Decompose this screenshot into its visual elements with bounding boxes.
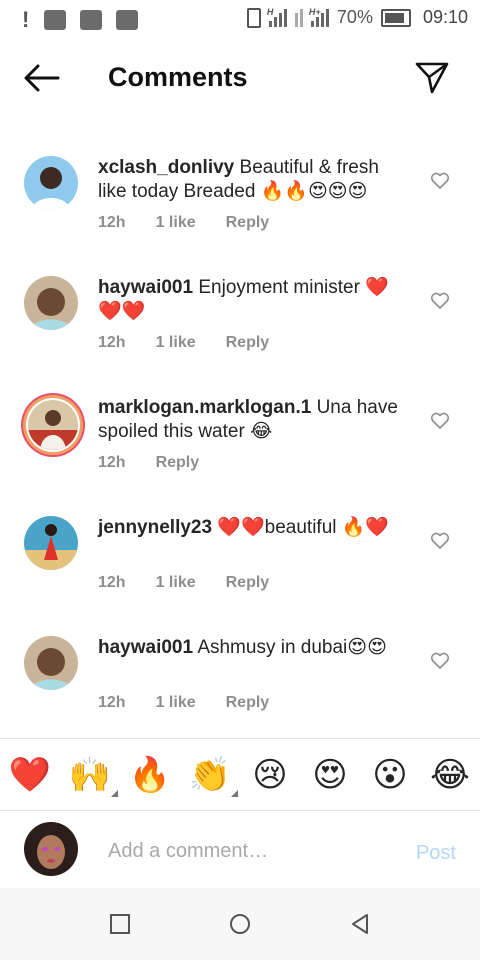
comment-composer: Post bbox=[0, 812, 480, 888]
avatar[interactable] bbox=[24, 516, 78, 570]
reply-button[interactable]: Reply bbox=[226, 334, 270, 352]
comment-body: jennynelly23 ❤️❤️beautiful 🔥❤️ bbox=[98, 516, 408, 540]
emoji-fire[interactable]: 🔥 bbox=[124, 749, 176, 801]
heart-outline-icon[interactable] bbox=[430, 292, 450, 310]
comment-time: 12h bbox=[98, 214, 126, 231]
avatar[interactable] bbox=[24, 156, 78, 210]
comment-meta: 12h 1 like Reply bbox=[98, 214, 269, 232]
comment-item: marklogan.marklogan.1 Una have spoiled t… bbox=[0, 388, 480, 508]
system-navigation-bar bbox=[0, 888, 480, 960]
vibrate-icon bbox=[246, 7, 261, 28]
activity-icon bbox=[116, 10, 138, 30]
comment-body: marklogan.marklogan.1 Una have spoiled t… bbox=[98, 396, 408, 444]
home-circle-icon[interactable] bbox=[228, 912, 252, 936]
comment-item: jennynelly23 ❤️❤️beautiful 🔥❤️ 12h 1 lik… bbox=[0, 508, 480, 628]
comment-text: Ashmusy in dubai😍😍 bbox=[197, 637, 387, 658]
emoji-crying-face[interactable]: 😢 bbox=[244, 749, 296, 801]
alert-icon: ! bbox=[22, 7, 30, 32]
system-icons: H H+ 70% 09:10 bbox=[246, 7, 468, 28]
clock: 09:10 bbox=[422, 7, 468, 27]
reply-button[interactable]: Reply bbox=[156, 454, 200, 472]
arrow-left-icon bbox=[24, 64, 60, 92]
notification-icons: ! bbox=[22, 7, 138, 33]
comment-meta: 12h 1 like Reply bbox=[98, 694, 269, 712]
signal-icon-1: H bbox=[267, 7, 287, 27]
recents-square-icon[interactable] bbox=[108, 912, 132, 936]
comment-username[interactable]: haywai001 bbox=[98, 277, 193, 298]
emoji-clapping-hands[interactable]: 👏 bbox=[184, 749, 238, 801]
comment-time: 12h bbox=[98, 694, 126, 711]
comment-username[interactable]: haywai001 bbox=[98, 637, 193, 658]
comment-text: ❤️❤️beautiful 🔥❤️ bbox=[217, 517, 390, 538]
comments-list: xclash_donlivy Beautiful & fresh like to… bbox=[0, 148, 480, 748]
reply-button[interactable]: Reply bbox=[226, 574, 270, 592]
avatar[interactable] bbox=[24, 276, 78, 330]
reply-button[interactable]: Reply bbox=[226, 694, 270, 712]
heart-outline-icon[interactable] bbox=[430, 652, 450, 670]
comment-time: 12h bbox=[98, 334, 126, 351]
comment-body: xclash_donlivy Beautiful & fresh like to… bbox=[98, 156, 408, 204]
comment-item: xclash_donlivy Beautiful & fresh like to… bbox=[0, 148, 480, 268]
comment-time: 12h bbox=[98, 574, 126, 591]
avatar[interactable] bbox=[24, 636, 78, 690]
paper-plane-icon bbox=[415, 62, 449, 94]
comment-username[interactable]: xclash_donlivy bbox=[98, 157, 234, 178]
comment-username[interactable]: jennynelly23 bbox=[98, 517, 212, 538]
emoji-surprised-face[interactable]: 😮 bbox=[364, 749, 416, 801]
comment-meta: 12h 1 like Reply bbox=[98, 574, 269, 592]
comment-body: haywai001 Ashmusy in dubai😍😍 bbox=[98, 636, 408, 660]
heart-outline-icon[interactable] bbox=[430, 172, 450, 190]
comment-meta: 12h 1 like Reply bbox=[98, 334, 269, 352]
avatar-story-ring[interactable] bbox=[26, 398, 80, 452]
emoji-quick-bar: ❤️ 🙌 🔥 👏 😢 😍 😮 😂 bbox=[0, 740, 480, 810]
battery-percent: 70% bbox=[336, 7, 373, 27]
divider bbox=[0, 810, 480, 811]
battery-icon bbox=[380, 8, 411, 27]
header: Comments bbox=[0, 50, 480, 106]
status-bar: ! H H+ 70% 09:10 bbox=[0, 0, 480, 38]
emoji-tears-of-joy[interactable]: 😂 bbox=[424, 749, 476, 801]
gallery-icon bbox=[80, 10, 102, 30]
page-title: Comments bbox=[108, 62, 248, 92]
comment-username[interactable]: marklogan.marklogan.1 bbox=[98, 397, 311, 418]
data-transfer-icon bbox=[294, 8, 303, 27]
comment-likes[interactable]: 1 like bbox=[156, 334, 196, 352]
reply-button[interactable]: Reply bbox=[226, 214, 270, 232]
back-button[interactable] bbox=[22, 62, 62, 94]
comment-input[interactable] bbox=[108, 836, 388, 866]
comment-item: haywai001 Ashmusy in dubai😍😍 12h 1 like … bbox=[0, 628, 480, 748]
post-button[interactable]: Post bbox=[416, 842, 456, 865]
comment-meta: 12h Reply bbox=[98, 454, 199, 472]
emoji-raising-hands[interactable]: 🙌 bbox=[64, 749, 118, 801]
comment-body: haywai001 Enjoyment minister ❤️❤️❤️ bbox=[98, 276, 408, 324]
comment-time: 12h bbox=[98, 454, 126, 471]
my-avatar bbox=[24, 822, 78, 876]
emoji-red-heart[interactable]: ❤️ bbox=[4, 749, 56, 801]
divider bbox=[0, 738, 480, 739]
emoji-heart-eyes[interactable]: 😍 bbox=[304, 749, 356, 801]
comment-likes[interactable]: 1 like bbox=[156, 214, 196, 232]
comment-likes[interactable]: 1 like bbox=[156, 574, 196, 592]
share-button[interactable] bbox=[414, 60, 450, 96]
back-triangle-icon[interactable] bbox=[348, 912, 372, 936]
signal-icon-2: H+ bbox=[309, 7, 329, 27]
heart-outline-icon[interactable] bbox=[430, 532, 450, 550]
comment-item: haywai001 Enjoyment minister ❤️❤️❤️ 12h … bbox=[0, 268, 480, 388]
app-notification-icon bbox=[44, 10, 66, 30]
heart-outline-icon[interactable] bbox=[430, 412, 450, 430]
comment-likes[interactable]: 1 like bbox=[156, 694, 196, 712]
